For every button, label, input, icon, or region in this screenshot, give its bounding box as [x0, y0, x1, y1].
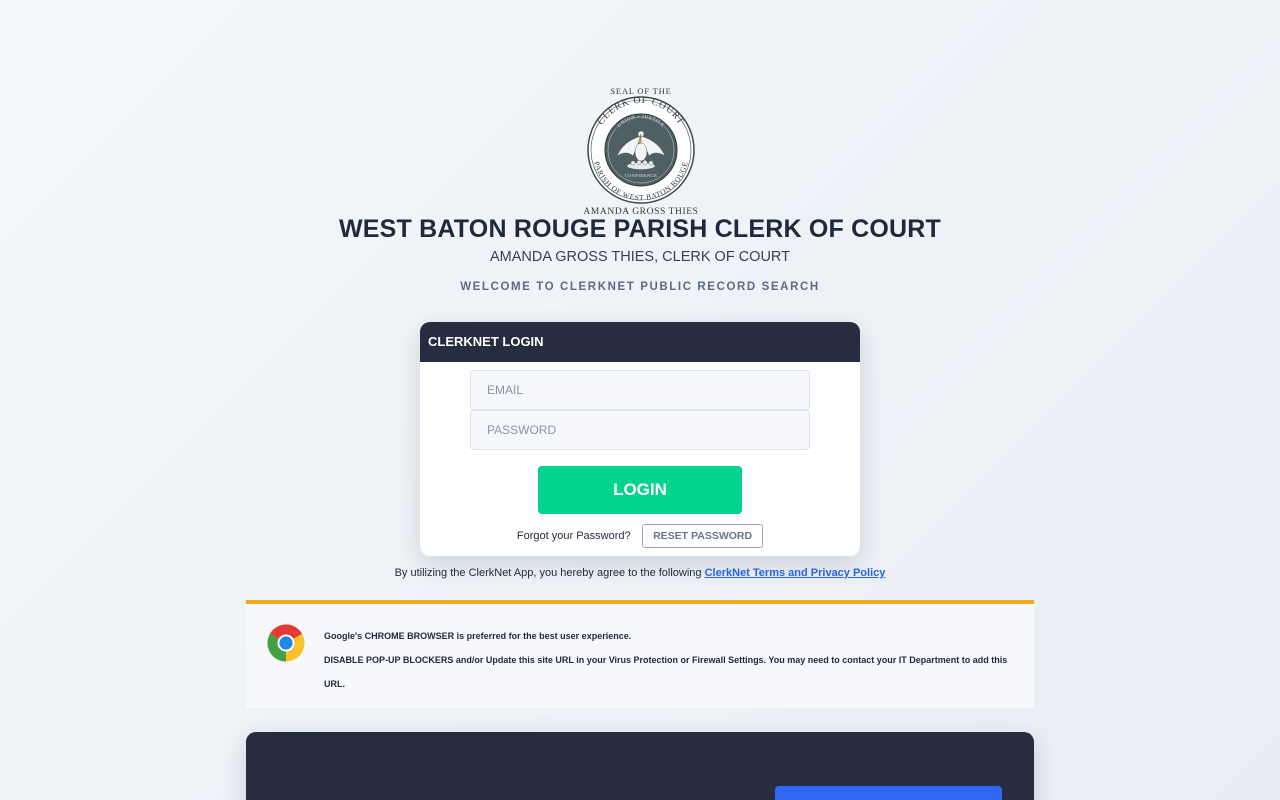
svg-text:SEAL OF THE: SEAL OF THE — [610, 86, 671, 96]
terms-notice: By utilizing the ClerkNet App, you hereb… — [0, 567, 1280, 579]
page-subtitle: AMANDA GROSS THIES, CLERK OF COURT — [490, 249, 790, 265]
chrome-icon — [267, 624, 305, 662]
browser-notice-text: Google's CHROME BROWSER is preferred for… — [324, 624, 1024, 696]
password-field[interactable] — [470, 410, 810, 450]
notice-line-popups: DISABLE POP-UP BLOCKERS and/or Update th… — [324, 655, 1008, 689]
terms-text: By utilizing the ClerkNet App, you hereb… — [394, 567, 702, 579]
forgot-password-row: Forgot your Password? RESET PASSWORD — [420, 524, 860, 548]
svg-text:CONFIDENCE: CONFIDENCE — [625, 173, 658, 178]
login-card-title: CLERKNET LOGIN — [420, 322, 860, 362]
email-field[interactable] — [470, 370, 810, 410]
reset-password-button[interactable]: RESET PASSWORD — [642, 524, 764, 548]
login-card: CLERKNET LOGIN LOGIN Forgot your Passwor… — [420, 322, 860, 556]
login-button[interactable]: LOGIN — [538, 466, 742, 514]
notice-line-chrome: Google's CHROME BROWSER is preferred for… — [324, 631, 632, 641]
browser-notice-panel: Google's CHROME BROWSER is preferred for… — [246, 600, 1034, 708]
clerk-of-court-seal-logo: CLERK OF COURT PARISH OF WEST BATON ROUG… — [583, 86, 699, 218]
bottom-panel-button[interactable] — [775, 786, 1002, 800]
bottom-panel — [246, 732, 1034, 800]
page-title: WEST BATON ROUGE PARISH CLERK OF COURT — [338, 215, 942, 243]
terms-privacy-link[interactable]: ClerkNet Terms and Privacy Policy — [705, 567, 886, 579]
welcome-text: WELCOME TO CLERKNET PUBLIC RECORD SEARCH — [460, 281, 820, 293]
forgot-password-text: Forgot your Password? — [516, 530, 631, 542]
